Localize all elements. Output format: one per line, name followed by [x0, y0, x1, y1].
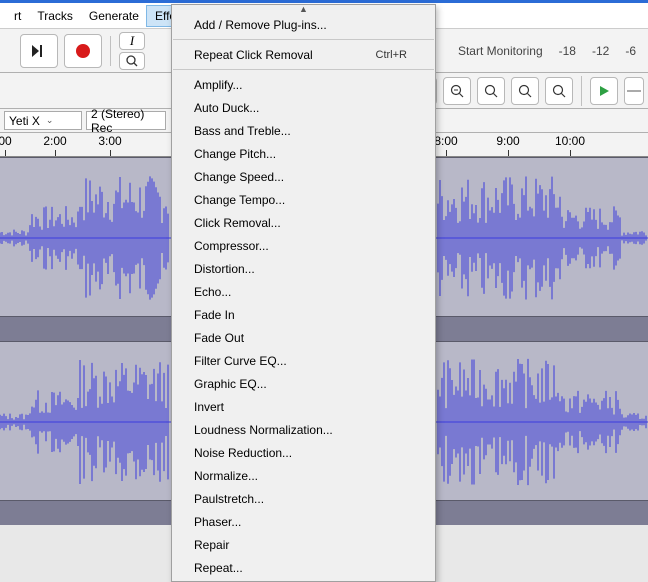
channels-combo[interactable]: 2 (Stereo) Rec	[86, 111, 166, 130]
menu-separator	[173, 39, 434, 40]
menu-fade-in[interactable]: Fade In	[172, 303, 435, 326]
zoom-out-icon	[450, 84, 464, 98]
effect-menu-dropdown: ▲ Add / Remove Plug-ins... Repeat Click …	[171, 4, 436, 582]
meter-mark: -12	[592, 44, 609, 58]
menu-label: Graphic EQ...	[194, 377, 267, 391]
input-device-value: Yeti X	[9, 114, 40, 128]
timeline-label: 2:00	[43, 134, 66, 148]
menu-add-remove-plugins[interactable]: Add / Remove Plug-ins...	[172, 13, 435, 36]
channels-value: 2 (Stereo) Rec	[91, 107, 161, 135]
menu-label: Change Pitch...	[194, 147, 276, 161]
zoom-tool[interactable]	[119, 52, 145, 70]
menu-filter-curve-eq[interactable]: Filter Curve EQ...	[172, 349, 435, 372]
menu-item[interactable]: rt	[6, 6, 29, 26]
menu-label: Click Removal...	[194, 216, 281, 230]
menu-distortion[interactable]: Distortion...	[172, 257, 435, 280]
menu-echo[interactable]: Echo...	[172, 280, 435, 303]
skip-end-icon	[31, 44, 47, 58]
menu-label: Invert	[194, 400, 224, 414]
fit-project-button[interactable]	[511, 77, 539, 105]
menu-label: Loudness Normalization...	[194, 423, 333, 437]
timeline-label: 9:00	[496, 134, 519, 148]
timeline-label: 8:00	[434, 134, 457, 148]
menu-noise-reduction[interactable]: Noise Reduction...	[172, 441, 435, 464]
record-button[interactable]	[64, 34, 102, 68]
meter-mark: -6	[625, 44, 636, 58]
menu-label: Amplify...	[194, 78, 242, 92]
menu-repeat-last[interactable]: Repeat Click Removal Ctrl+R	[172, 43, 435, 66]
menu-label: Repair	[194, 538, 229, 552]
chevron-down-icon: ⌄	[46, 115, 54, 126]
slider-icon	[627, 87, 641, 95]
menu-auto-duck[interactable]: Auto Duck...	[172, 96, 435, 119]
fit-selection-button[interactable]	[477, 77, 505, 105]
menu-label: Filter Curve EQ...	[194, 354, 287, 368]
menu-graphic-eq[interactable]: Graphic EQ...	[172, 372, 435, 395]
zoom-toggle-button[interactable]	[545, 77, 573, 105]
menu-label: Auto Duck...	[194, 101, 259, 115]
menu-repeat[interactable]: Repeat...	[172, 556, 435, 579]
menu-bass-and-treble[interactable]: Bass and Treble...	[172, 119, 435, 142]
menu-click-removal[interactable]: Click Removal...	[172, 211, 435, 234]
menu-label: Repeat Click Removal	[194, 48, 313, 62]
menu-label: Distortion...	[194, 262, 255, 276]
play-at-speed-button[interactable]	[590, 77, 618, 105]
timeline-label: 00	[0, 134, 12, 148]
menu-repair[interactable]: Repair	[172, 533, 435, 556]
menu-label: Noise Reduction...	[194, 446, 292, 460]
menu-invert[interactable]: Invert	[172, 395, 435, 418]
menu-label: Add / Remove Plug-ins...	[194, 18, 327, 32]
fit-selection-icon	[484, 84, 498, 98]
menu-change-tempo[interactable]: Change Tempo...	[172, 188, 435, 211]
divider	[581, 76, 582, 106]
menu-label: Phaser...	[194, 515, 241, 529]
magnifier-icon	[126, 55, 138, 67]
menu-amplify[interactable]: Amplify...	[172, 73, 435, 96]
menu-label: Bass and Treble...	[194, 124, 291, 138]
speed-slider[interactable]	[624, 77, 644, 105]
menu-label: Repeat...	[194, 561, 243, 575]
menu-accelerator: Ctrl+R	[376, 49, 407, 61]
menu-fade-out[interactable]: Fade Out	[172, 326, 435, 349]
timeline-label: 10:00	[555, 134, 585, 148]
menu-item-generate[interactable]: Generate	[81, 6, 147, 26]
monitor-label: Start Monitoring	[458, 44, 543, 58]
scroll-up-icon[interactable]: ▲	[299, 4, 308, 14]
menu-normalize[interactable]: Normalize...	[172, 464, 435, 487]
menu-compressor[interactable]: Compressor...	[172, 234, 435, 257]
menu-paulstretch[interactable]: Paulstretch...	[172, 487, 435, 510]
divider	[110, 36, 111, 66]
menu-change-pitch[interactable]: Change Pitch...	[172, 142, 435, 165]
fit-project-icon	[518, 84, 532, 98]
menu-label: Change Tempo...	[194, 193, 285, 207]
menu-label: Fade Out	[194, 331, 244, 345]
menu-label: Fade In	[194, 308, 235, 322]
menu-label: Paulstretch...	[194, 492, 264, 506]
menu-label: Normalize...	[194, 469, 258, 483]
menu-label: Change Speed...	[194, 170, 284, 184]
menu-separator	[173, 69, 434, 70]
menu-item-tracks[interactable]: Tracks	[29, 6, 81, 26]
play-icon	[598, 85, 610, 97]
menu-label: Echo...	[194, 285, 231, 299]
menu-label: Compressor...	[194, 239, 269, 253]
ibeam-tool[interactable]: I	[119, 32, 145, 50]
zoom-out-button[interactable]	[443, 77, 471, 105]
menu-loudness-normalization[interactable]: Loudness Normalization...	[172, 418, 435, 441]
meter-mark: -18	[559, 44, 576, 58]
menu-phaser[interactable]: Phaser...	[172, 510, 435, 533]
zoom-toggle-icon	[552, 84, 566, 98]
menu-change-speed[interactable]: Change Speed...	[172, 165, 435, 188]
input-device-combo[interactable]: Yeti X ⌄	[4, 111, 82, 130]
skip-end-button[interactable]	[20, 34, 58, 68]
timeline-label: 3:00	[98, 134, 121, 148]
record-icon	[76, 44, 90, 58]
